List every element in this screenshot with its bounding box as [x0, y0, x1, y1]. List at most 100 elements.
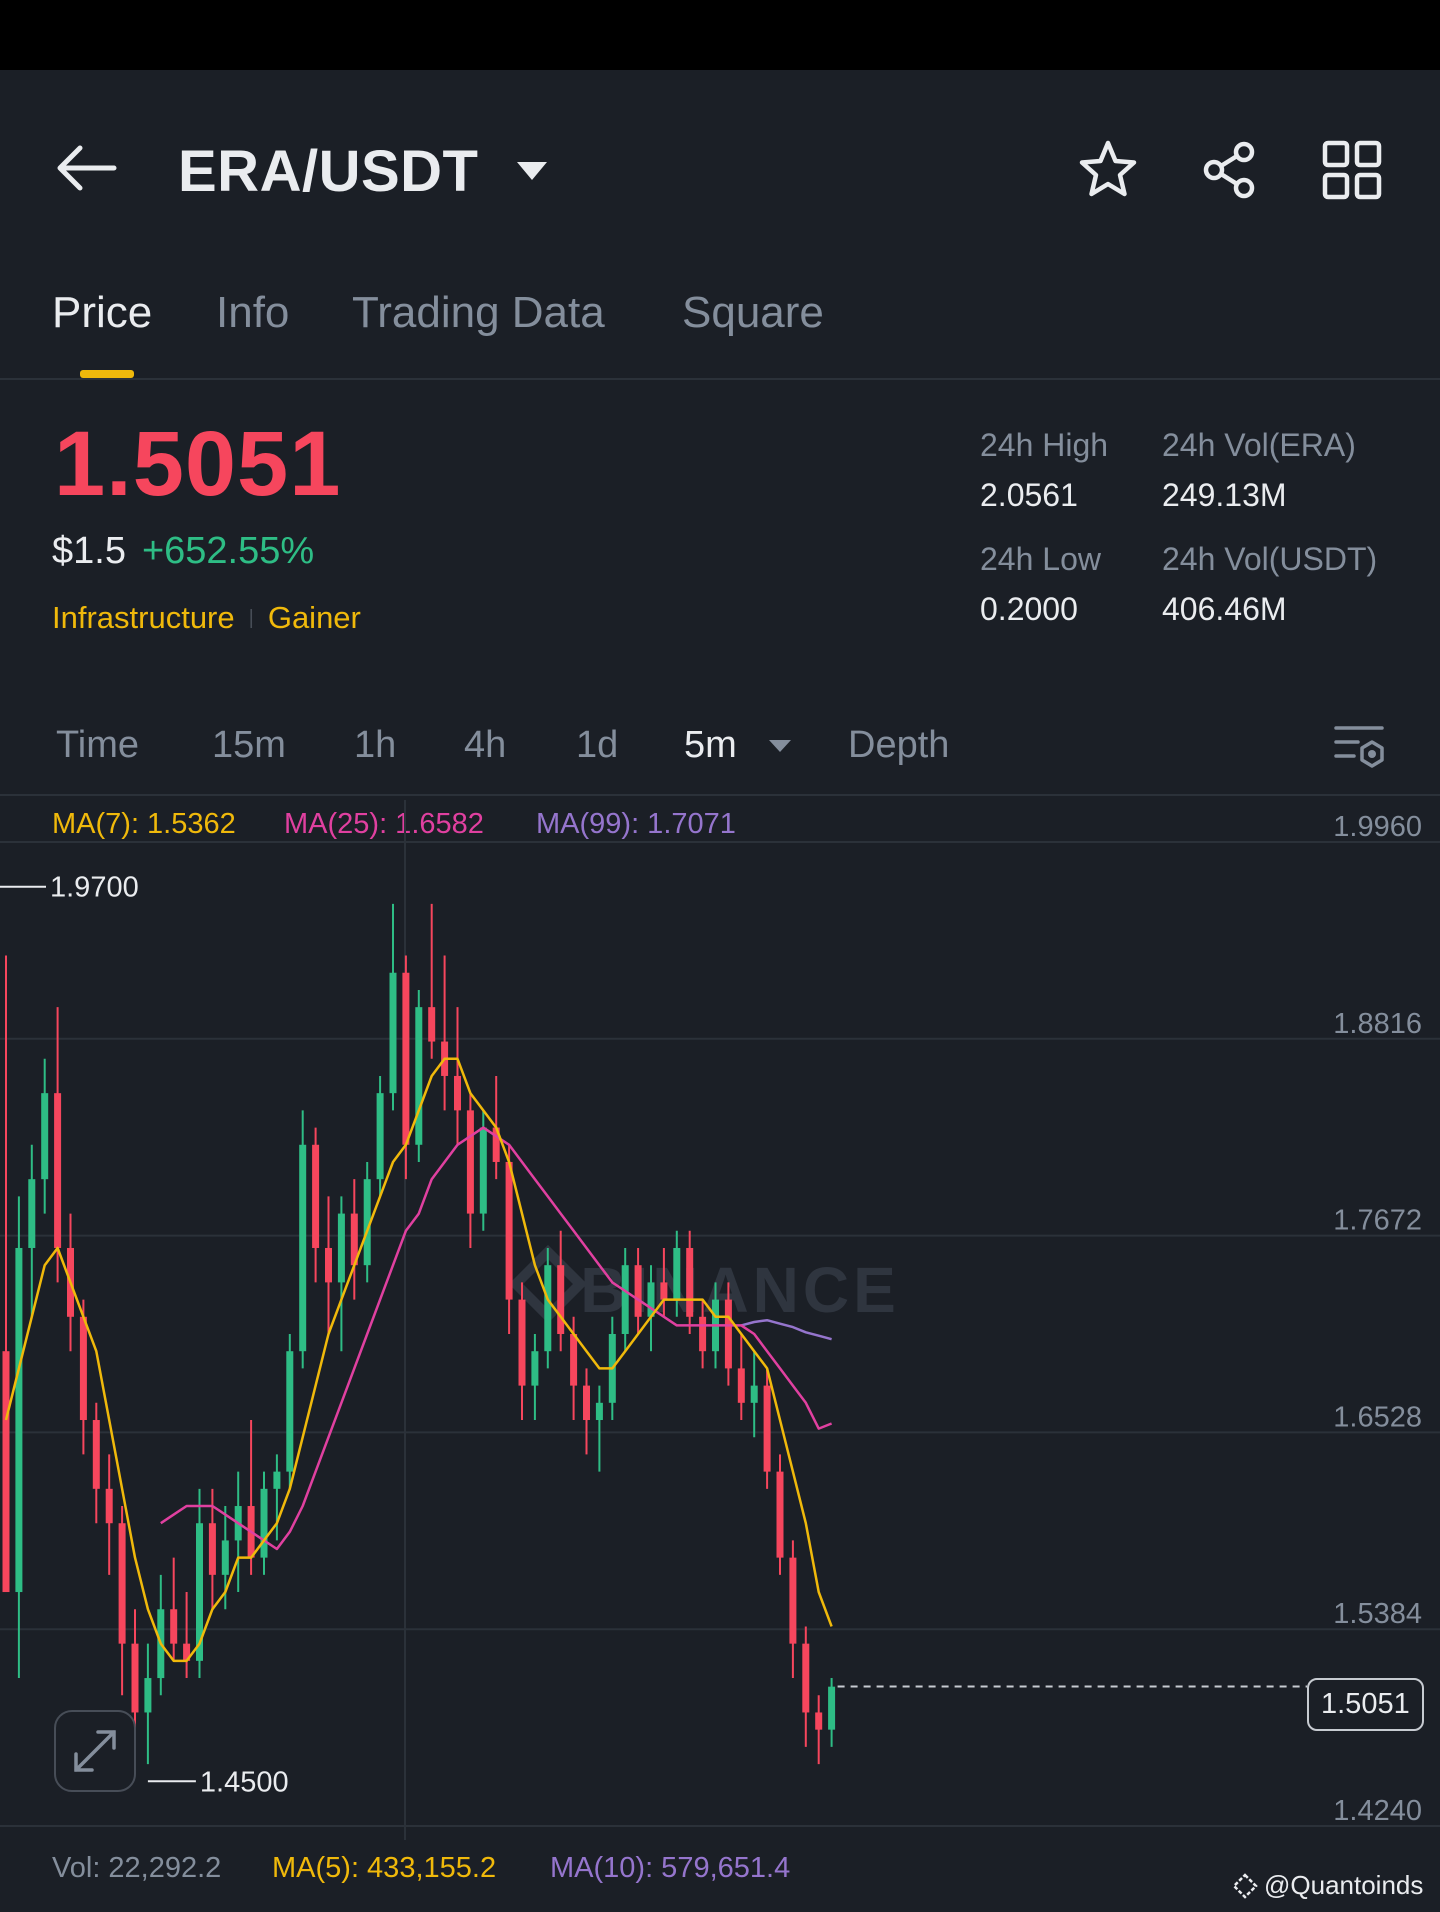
- pair-selector[interactable]: ERA/USDT: [178, 136, 552, 206]
- candlestick-chart[interactable]: BINANCE 1.97001.4500 1.99601.88161.76721…: [0, 800, 1440, 1840]
- volume-ma10-legend: MA(10): 579,651.4: [550, 1852, 791, 1884]
- last-price-tag: 1.5051: [1307, 1678, 1424, 1731]
- candle-body: [131, 1643, 139, 1713]
- candle-body: [286, 1351, 294, 1472]
- tf-1d[interactable]: 1d: [576, 724, 618, 767]
- back-button[interactable]: [52, 136, 122, 200]
- candle-body: [828, 1686, 836, 1730]
- candle-body: [634, 1265, 642, 1317]
- candle: [247, 1420, 255, 1575]
- candle: [312, 1127, 320, 1283]
- candle: [544, 1247, 552, 1369]
- candle-body: [402, 972, 410, 1145]
- share-icon: [1203, 141, 1255, 199]
- candle: [557, 1230, 565, 1352]
- caret-down-icon: [517, 162, 548, 180]
- candle-body: [144, 1678, 152, 1713]
- candle-body: [118, 1523, 126, 1644]
- candle-body: [505, 1161, 513, 1300]
- candle-body: [621, 1265, 629, 1334]
- candle: [763, 1368, 771, 1489]
- candle-body: [815, 1712, 823, 1730]
- candle-body: [763, 1385, 771, 1472]
- favorite-button[interactable]: [1076, 138, 1140, 202]
- low-label: 24h Low: [980, 541, 1101, 577]
- candle: [518, 1282, 526, 1421]
- candle-body: [208, 1523, 216, 1575]
- star-icon: [1079, 140, 1137, 197]
- candle-body: [518, 1299, 526, 1386]
- candle: [337, 1196, 345, 1352]
- candle-body: [595, 1402, 603, 1421]
- candle: [776, 1454, 784, 1575]
- candle: [196, 1488, 203, 1679]
- tab-trading-data[interactable]: Trading Data: [352, 288, 605, 338]
- arrow-left-icon: [57, 145, 117, 191]
- tab-info[interactable]: Info: [216, 288, 289, 338]
- y-tick-label: 1.6528: [1333, 1401, 1422, 1433]
- candle: [828, 1678, 836, 1747]
- tf-4h[interactable]: 4h: [464, 724, 506, 767]
- candle: [441, 955, 449, 1111]
- candle: [144, 1643, 152, 1765]
- candle-body: [724, 1299, 732, 1369]
- tf-15m[interactable]: 15m: [212, 724, 286, 767]
- fiat-price: $1.5: [52, 530, 126, 572]
- candle: [802, 1626, 810, 1747]
- candle-body: [54, 1093, 62, 1248]
- candle: [105, 1454, 113, 1575]
- share-button[interactable]: [1198, 138, 1262, 202]
- candle-body: [570, 1334, 578, 1386]
- tag-separator: |: [248, 606, 254, 629]
- candle-body: [415, 1007, 423, 1145]
- candle: [466, 1093, 474, 1248]
- candle: [118, 1506, 126, 1696]
- candle: [454, 1007, 461, 1145]
- low-value: 0.2000: [980, 591, 1078, 627]
- tf-selected[interactable]: 5m: [684, 724, 793, 767]
- y-tick-label: 1.4240: [1333, 1795, 1422, 1827]
- y-tick-label: 1.9960: [1333, 811, 1422, 843]
- candle-body: [479, 1127, 487, 1214]
- page-title: ERA/USDT: [178, 138, 479, 204]
- candle-body: [325, 1247, 332, 1283]
- fullscreen-button[interactable]: [54, 1710, 136, 1792]
- candle: [750, 1351, 758, 1438]
- candle-body: [337, 1213, 345, 1283]
- tab-square[interactable]: Square: [682, 288, 824, 338]
- candle-body: [466, 1110, 474, 1214]
- candle-body: [699, 1316, 707, 1352]
- tf-depth[interactable]: Depth: [848, 724, 949, 767]
- price-sub: $1.5 +652.55%: [52, 530, 314, 573]
- candle-body: [15, 1247, 23, 1593]
- candle-body: [428, 1007, 436, 1042]
- tab-price[interactable]: Price: [52, 288, 152, 338]
- tf-time[interactable]: Time: [56, 724, 139, 767]
- candle-body: [750, 1385, 758, 1403]
- candle: [789, 1540, 797, 1679]
- candle-body: [105, 1488, 113, 1524]
- candle-body: [41, 1093, 49, 1180]
- candle: [234, 1471, 242, 1593]
- candle: [531, 1334, 539, 1421]
- candle-body: [802, 1643, 810, 1713]
- candle-body: [789, 1557, 797, 1644]
- candle-body: [389, 972, 397, 1094]
- volume-ma5-legend: MA(5): 433,155.2: [272, 1852, 497, 1884]
- tf-1h[interactable]: 1h: [354, 724, 396, 767]
- tab-active-indicator: [80, 370, 134, 378]
- candle: [583, 1368, 590, 1455]
- layout-button[interactable]: [1320, 138, 1384, 202]
- vol-quote-label: 24h Vol(USDT): [1162, 541, 1378, 577]
- candle: [170, 1557, 178, 1661]
- candle-body: [79, 1316, 87, 1421]
- tag-gainer[interactable]: Gainer: [268, 600, 361, 636]
- tabs-divider: [0, 378, 1440, 380]
- candle-body: [260, 1488, 268, 1558]
- candle-body: [557, 1265, 565, 1334]
- tag-infrastructure[interactable]: Infrastructure: [52, 600, 235, 636]
- candle-body: [531, 1351, 539, 1386]
- candle: [737, 1334, 745, 1421]
- candle: [28, 1144, 36, 1317]
- chart-settings-button[interactable]: [1332, 720, 1388, 772]
